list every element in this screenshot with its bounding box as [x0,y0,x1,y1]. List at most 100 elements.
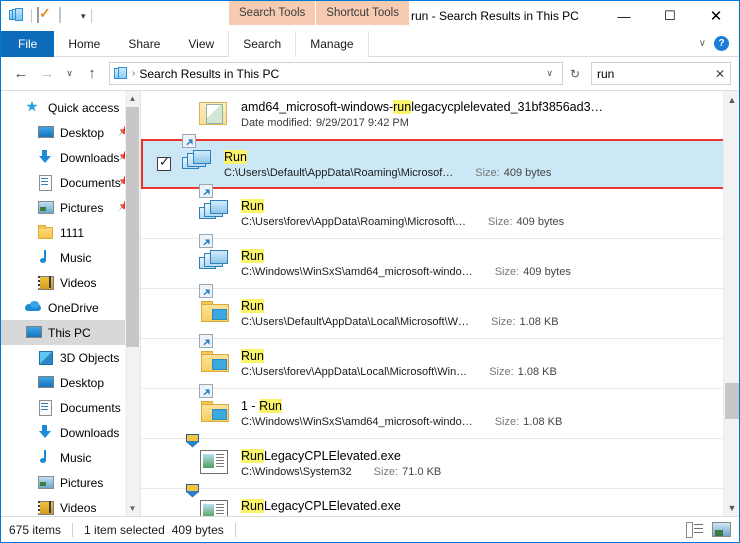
shortcut-window-icon [199,233,231,280]
close-button[interactable]: ✕ [693,1,739,31]
table-row[interactable]: Run C:\Users\Default\AppData\Roaming\Micr… [141,134,739,189]
maximize-button[interactable]: ☐ [647,1,693,31]
table-row[interactable]: RunLegacyCPLElevated.exeC:\Windows\WinSx… [141,483,739,516]
breadcrumb-separator: › [132,68,136,79]
sidebar-item-1111[interactable]: 1111 [1,220,140,245]
sidebar-item-3d-objects[interactable]: 3D Objects [1,345,140,370]
recent-locations-chevron-icon[interactable]: ∨ [61,62,78,86]
address-dropdown-chevron-icon[interactable]: ∨ [541,68,558,79]
contextual-tab-search-tools[interactable]: Search Tools [229,1,317,25]
up-button[interactable]: ↑ [80,62,104,86]
new-folder-icon[interactable] [59,6,76,25]
file-list: amd64_microsoft-windows-runlegacycplelev… [141,91,739,516]
sidebar-item-pictures[interactable]: Pictures [1,470,140,495]
window-title: run - Search Results in This PC [411,9,579,23]
view-toggle-group [685,521,731,538]
back-button[interactable]: ← [9,62,33,86]
size-value: 409 bytes [503,166,552,179]
file-path: C:\Windows\System32 [241,466,352,478]
row-metadata: C:\Users\Default\AppData\Local\Microsoft… [241,316,719,328]
window-controls: — ☐ ✕ [601,1,739,31]
file-list-scrollbar-thumb[interactable] [725,383,739,419]
tab-home[interactable]: Home [54,31,114,57]
properties-icon[interactable] [37,6,54,25]
down-icon [37,150,55,166]
help-icon[interactable]: ? [714,36,729,51]
sidebar-item-videos[interactable]: Videos [1,495,140,516]
doc-icon [37,175,55,191]
row-metadata: C:\Users\Default\AppData\Roaming\Microso… [224,167,717,179]
sidebar-item-music[interactable]: Music [1,245,140,270]
row-text: RunLegacyCPLElevated.exe C:\Windows\Syste… [241,449,719,478]
file-size: Size: 409 bytes [495,266,571,278]
scroll-down-icon[interactable]: ▼ [125,501,140,516]
exe-shield-icon [186,433,231,480]
sidebar-item-desktop[interactable]: Desktop [1,370,140,395]
explorer-icon[interactable] [9,7,26,25]
contextual-tab-shortcut-tools[interactable]: Shortcut Tools [316,1,410,25]
sidebar-item-pictures[interactable]: Pictures 📌 [1,195,140,220]
sidebar-item-desktop[interactable]: Desktop 📌 [1,120,140,145]
tab-view[interactable]: View [174,31,228,57]
row-metadata: C:\Windows\WinSxS\amd64_microsoft-windo…… [241,266,719,278]
date-modified-label: Date modified: [241,117,312,129]
sidebar-item-label: Pictures [60,475,104,490]
sidebar-item-this-pc[interactable]: This PC [1,320,140,345]
row-text: Run C:\Users\Default\AppData\Local\Micros… [241,299,719,328]
table-row[interactable]: RunLegacyCPLElevated.exe C:\Windows\Syste… [141,433,739,489]
refresh-icon[interactable]: ↻ [565,67,585,81]
breadcrumb-path[interactable]: Search Results in This PC [139,67,537,81]
title-bar: ▾ Search Tools Shortcut Tools run - Sear… [1,1,739,31]
sidebar-item-label: Documents [60,400,121,415]
sidebar-item-onedrive[interactable]: OneDrive [1,295,140,320]
search-term-highlight: Run [241,249,264,263]
file-list-scrollbar[interactable]: ▲ ▼ [723,91,739,516]
sidebar-item-documents[interactable]: Documents 📌 [1,170,140,195]
sidebar-item-downloads[interactable]: Downloads 📌 [1,145,140,170]
sidebar-item-videos[interactable]: Videos [1,270,140,295]
minimize-button[interactable]: — [601,1,647,31]
table-row[interactable]: 1 - Run C:\Windows\WinSxS\amd64_microsoft… [141,383,739,439]
sidebar-item-label: 3D Objects [60,350,120,365]
file-name: 1 - Run [241,399,719,413]
navigation-scrollbar-thumb[interactable] [126,107,139,347]
tab-manage[interactable]: Manage [296,31,369,57]
search-box[interactable]: run ✕ [591,62,731,85]
down-icon [37,425,55,441]
table-row[interactable]: Run C:\Users\Default\AppData\Local\Micros… [141,283,739,339]
tab-share[interactable]: Share [114,31,174,57]
file-size: Size: 71.0 KB [374,466,442,478]
search-input[interactable]: run [597,67,715,81]
size-value: 1.08 KB [519,316,559,328]
sidebar-item-downloads[interactable]: Downloads [1,420,140,445]
scroll-down-icon[interactable]: ▼ [724,499,739,516]
large-icons-view-button[interactable] [712,522,731,537]
tab-search[interactable]: Search [228,31,297,57]
chevron-down-icon[interactable]: ∨ [699,38,706,49]
table-row[interactable]: amd64_microsoft-windows-runlegacycplelev… [141,91,739,139]
file-size: Size: 409 bytes [488,216,564,228]
tab-file[interactable]: File [1,31,55,57]
forward-button[interactable]: → [35,62,59,86]
table-row[interactable]: Run C:\Windows\WinSxS\amd64_microsoft-win… [141,233,739,289]
clear-search-icon[interactable]: ✕ [715,67,725,81]
customize-chevron-icon[interactable]: ▾ [81,11,86,21]
scroll-up-icon[interactable]: ▲ [125,91,140,106]
search-term-highlight: Run [241,499,264,513]
sidebar-item-music[interactable]: Music [1,445,140,470]
sidebar-item-documents[interactable]: Documents [1,395,140,420]
file-name-suffix: legacycplelevated_31bf3856ad3… [411,100,604,114]
sidebar-item-quick-access[interactable]: Quick access [1,95,140,120]
breadcrumb[interactable]: › Search Results in This PC ∨ [109,62,563,85]
table-row[interactable]: Run C:\Users\forev\AppData\Local\Microsof… [141,333,739,389]
sidebar-item-label: Videos [60,275,97,290]
row-checkbox[interactable] [157,154,171,171]
details-view-button[interactable] [685,521,705,538]
table-row[interactable]: Run C:\Users\forev\AppData\Roaming\Micros… [141,183,739,239]
file-path: C:\Users\forev\AppData\Local\Microsoft\W… [241,366,468,378]
sidebar-item-label: OneDrive [48,300,99,315]
shortcut-window-icon [182,134,214,180]
scroll-up-icon[interactable]: ▲ [724,91,739,108]
pic-icon [37,475,55,491]
navigation-scrollbar[interactable]: ▲ ▼ [125,91,140,516]
